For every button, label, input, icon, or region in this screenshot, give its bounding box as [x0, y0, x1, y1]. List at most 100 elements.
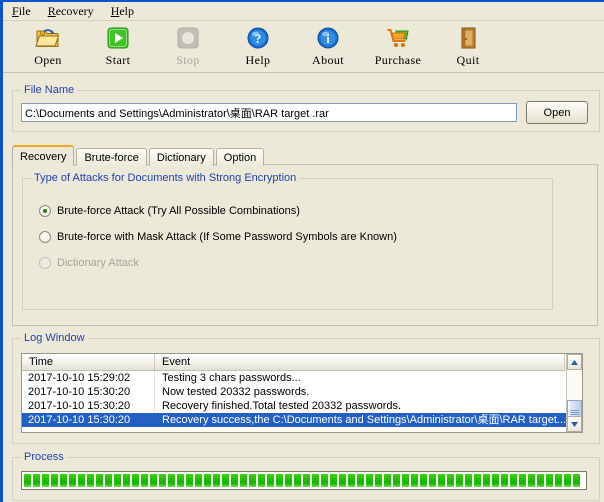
progress-segment	[114, 474, 121, 487]
log-scrollbar[interactable]	[566, 354, 582, 432]
application-window: File Recovery Help Open Start Stop ? Hel…	[0, 0, 604, 502]
log-window-group: Log Window Time Event 2017-10-10 15:29:0…	[12, 332, 600, 444]
toolbar-button-purchase[interactable]: Purchase	[367, 24, 429, 68]
tab-strip: Recovery Brute-force Dictionary Option	[12, 145, 598, 166]
toolbar-button-open[interactable]: Open	[17, 24, 79, 68]
progress-segment	[510, 474, 517, 487]
progress-segment	[492, 474, 499, 487]
progress-segment	[429, 474, 436, 487]
log-row-event: Now tested 20332 passwords.	[162, 386, 310, 398]
column-header-time[interactable]: Time	[22, 354, 155, 370]
log-row-event: Recovery success,the C:\Documents and Se…	[162, 414, 567, 426]
progress-segment	[267, 474, 274, 487]
tab-recovery[interactable]: Recovery	[12, 145, 75, 166]
column-header-event[interactable]: Event	[155, 354, 565, 370]
progress-segment	[141, 474, 148, 487]
progress-segment	[96, 474, 103, 487]
radio-indicator-mask	[39, 231, 51, 243]
table-row[interactable]: 2017-10-10 15:30:20 Recovery success,the…	[22, 413, 582, 427]
toolbar-button-help[interactable]: ? Help	[227, 24, 289, 68]
progress-segment	[186, 474, 193, 487]
progress-segment	[339, 474, 346, 487]
open-file-button-label: Open	[543, 106, 571, 119]
radio-brute-force-mask-attack[interactable]: Brute-force with Mask Attack (If Some Pa…	[39, 231, 397, 243]
progress-segment	[132, 474, 139, 487]
scroll-down-arrow-icon[interactable]	[567, 416, 582, 432]
progress-segment	[285, 474, 292, 487]
tab-brute-force-label: Brute-force	[84, 152, 139, 164]
progress-segment	[393, 474, 400, 487]
tab-brute-force[interactable]: Brute-force	[76, 148, 147, 166]
door-icon	[453, 24, 483, 52]
radio-label-dictionary: Dictionary Attack	[57, 257, 139, 269]
progress-segment	[420, 474, 427, 487]
progress-segment	[573, 474, 580, 487]
tab-dictionary-label: Dictionary	[156, 152, 206, 164]
svg-text:?: ?	[255, 31, 262, 46]
table-row[interactable]: 2017-10-10 15:30:20 Now tested 20332 pas…	[22, 385, 582, 399]
radio-label-brute-force: Brute-force Attack (Try All Possible Com…	[57, 205, 300, 217]
toolbar-button-about[interactable]: i About	[297, 24, 359, 68]
play-icon	[103, 24, 133, 52]
toolbar-label-about: About	[312, 53, 344, 67]
progress-segment	[456, 474, 463, 487]
progress-segment	[546, 474, 553, 487]
progress-segment	[564, 474, 571, 487]
table-row[interactable]: 2017-10-10 15:30:20 Recovery finished.To…	[22, 399, 582, 413]
progress-segment	[150, 474, 157, 487]
progress-segment	[177, 474, 184, 487]
progress-segment	[303, 474, 310, 487]
radio-brute-force-attack[interactable]: Brute-force Attack (Try All Possible Com…	[39, 205, 300, 217]
toolbar-label-help: Help	[245, 53, 271, 67]
toolbar-label-open: Open	[34, 53, 62, 67]
progress-segment	[321, 474, 328, 487]
progress-segment	[24, 474, 31, 487]
log-list[interactable]: Time Event 2017-10-10 15:29:02 Testing 3…	[21, 353, 583, 433]
progress-segment	[33, 474, 40, 487]
tab-option[interactable]: Option	[215, 148, 265, 166]
open-file-button[interactable]: Open	[526, 101, 588, 124]
progress-segment	[402, 474, 409, 487]
menu-item-help[interactable]: Help	[109, 3, 143, 19]
log-row-time: 2017-10-10 15:30:20	[22, 413, 155, 427]
tab-dictionary[interactable]: Dictionary	[148, 148, 214, 166]
shopping-cart-icon	[383, 24, 413, 52]
file-path-input[interactable]	[21, 103, 517, 122]
scroll-up-arrow-icon[interactable]	[567, 354, 582, 370]
progress-segment	[168, 474, 175, 487]
table-row[interactable]: 2017-10-10 15:29:02 Testing 3 chars pass…	[22, 371, 582, 385]
progress-segment	[411, 474, 418, 487]
progress-segment	[249, 474, 256, 487]
menu-bar: File Recovery Help	[3, 2, 604, 21]
progress-segment	[159, 474, 166, 487]
log-row-event: Testing 3 chars passwords...	[162, 372, 301, 384]
menu-item-recovery[interactable]: Recovery	[46, 3, 103, 19]
scrollbar-track[interactable]	[567, 370, 582, 426]
progress-segment	[213, 474, 220, 487]
menu-item-recovery-label: ecovery	[55, 4, 94, 18]
toolbar-button-start[interactable]: Start	[87, 24, 149, 68]
open-folder-icon	[33, 24, 63, 52]
log-row-time: 2017-10-10 15:30:20	[22, 399, 155, 413]
progress-segment	[195, 474, 202, 487]
toolbar-label-start: Start	[105, 53, 131, 67]
menu-item-file[interactable]: File	[10, 3, 40, 19]
progress-segment	[78, 474, 85, 487]
log-window-group-title: Log Window	[21, 332, 88, 344]
process-group-title: Process	[21, 451, 67, 463]
menu-item-file-label: ile	[18, 4, 31, 18]
log-list-header: Time Event	[22, 354, 582, 371]
question-mark-icon: ?	[243, 24, 273, 52]
radio-dictionary-attack: Dictionary Attack	[39, 257, 139, 269]
toolbar-label-stop: Stop	[176, 53, 200, 67]
tab-recovery-label: Recovery	[20, 151, 67, 163]
log-row-time: 2017-10-10 15:29:02	[22, 371, 155, 385]
toolbar-button-quit[interactable]: Quit	[437, 24, 499, 68]
progress-segment	[366, 474, 373, 487]
progress-bar-fill	[24, 474, 584, 487]
file-name-group-title: File Name	[21, 84, 78, 96]
progress-segment	[42, 474, 49, 487]
svg-text:i: i	[326, 31, 330, 46]
toolbar-button-stop: Stop	[157, 24, 219, 68]
menu-item-help-label: elp	[119, 4, 135, 18]
